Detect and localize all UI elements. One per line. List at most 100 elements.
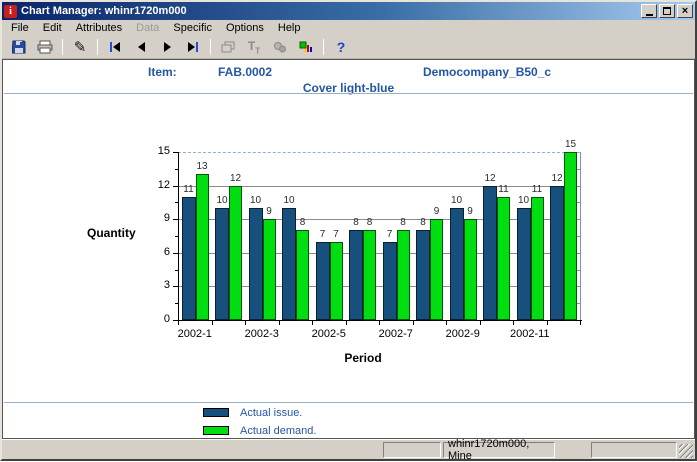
gridline-y15 — [178, 152, 580, 153]
bar-2002-6-s0 — [349, 230, 363, 320]
bar-2002-10-s0 — [483, 186, 497, 320]
menu-bar: File Edit Attributes Data Specific Optio… — [2, 20, 695, 36]
objects-button — [267, 37, 293, 57]
maximize-button[interactable] — [659, 4, 675, 18]
value-label-2002-4-s0: 10 — [278, 195, 300, 206]
value-label-2002-6-s1: 8 — [359, 217, 381, 228]
first-record-button[interactable] — [102, 37, 128, 57]
legend-swatch-actual-issue — [203, 408, 229, 417]
toolbar: ✎ TT ? — [2, 36, 695, 59]
toolbar-separator — [323, 39, 324, 55]
first-record-icon — [110, 42, 120, 52]
item-label: Item: — [148, 65, 177, 79]
bar-2002-8-s1 — [430, 219, 443, 320]
menu-options[interactable]: Options — [219, 21, 271, 35]
status-panel-1 — [383, 442, 441, 458]
close-icon: × — [682, 6, 688, 16]
app-icon[interactable]: i — [4, 5, 17, 18]
bar-2002-2-s0 — [215, 208, 229, 320]
y-minor-tick-right — [577, 270, 580, 271]
bar-2002-12-s1 — [564, 152, 577, 320]
x-axis-title: Period — [333, 351, 393, 365]
header-separator — [4, 93, 693, 94]
help-icon: ? — [337, 39, 346, 55]
toolbar-separator — [62, 39, 63, 55]
y-tick-label-0: 0 — [144, 313, 170, 325]
x-tick — [379, 321, 380, 325]
x-tick — [212, 321, 213, 325]
bar-2002-11-s0 — [517, 208, 531, 320]
company-name: Democompany_B50_c — [423, 65, 551, 79]
x-axis-line — [178, 320, 582, 321]
menu-specific[interactable]: Specific — [166, 21, 219, 35]
cascade-windows-button — [215, 37, 241, 57]
bar-2002-7-s1 — [397, 230, 410, 320]
chart-manager-window: i Chart Manager: whinr1720m000 × File Ed… — [0, 0, 697, 461]
last-record-button[interactable] — [180, 37, 206, 57]
status-bar: whinr1720m000, Mine — [2, 439, 695, 459]
bar-2002-2-s1 — [229, 186, 242, 320]
status-panel-session: whinr1720m000, Mine — [443, 442, 555, 458]
x-tick — [513, 321, 514, 325]
cascade-windows-icon — [221, 41, 236, 53]
value-label-2002-11-s1: 11 — [526, 184, 548, 195]
print-icon — [37, 40, 53, 54]
x-tick — [480, 321, 481, 325]
resize-grip[interactable] — [679, 444, 693, 458]
help-button[interactable]: ? — [328, 37, 354, 57]
bar-2002-9-s0 — [450, 208, 464, 320]
chart-canvas: Item: FAB.0002 Democompany_B50_c Cover l… — [2, 59, 695, 439]
menu-attributes[interactable]: Attributes — [69, 21, 129, 35]
close-button[interactable]: × — [677, 4, 693, 18]
toolbar-separator — [97, 39, 98, 55]
value-label-2002-2-s1: 12 — [225, 173, 247, 184]
menu-help[interactable]: Help — [271, 21, 308, 35]
menu-edit[interactable]: Edit — [36, 21, 69, 35]
edit-pencil-button[interactable]: ✎ — [67, 37, 93, 57]
previous-record-icon — [138, 42, 145, 52]
bar-2002-8-s0 — [416, 230, 430, 320]
minimize-icon — [646, 14, 653, 16]
y-tick-label-12: 12 — [144, 179, 170, 191]
x-tick — [446, 321, 447, 325]
previous-record-button[interactable] — [128, 37, 154, 57]
value-label-2002-9-s0: 10 — [446, 195, 468, 206]
bar-2002-7-s0 — [383, 242, 397, 320]
window-title: Chart Manager: whinr1720m000 — [21, 5, 641, 17]
next-record-button[interactable] — [154, 37, 180, 57]
y-minor-tick-right — [577, 236, 580, 237]
bar-2002-1-s1 — [196, 174, 209, 320]
x-tick-label-2002-5: 2002-5 — [299, 328, 359, 340]
x-tick-label-2002-3: 2002-3 — [232, 328, 292, 340]
y-axis-title: Quantity — [87, 226, 136, 240]
x-tick — [178, 321, 179, 325]
y-tick-label-15: 15 — [144, 145, 170, 157]
x-tick-label-2002-7: 2002-7 — [366, 328, 426, 340]
value-label-2002-1-s1: 13 — [191, 161, 213, 172]
x-tick — [346, 321, 347, 325]
title-bar[interactable]: i Chart Manager: whinr1720m000 × — [2, 2, 695, 20]
chart-colors-icon — [299, 41, 313, 53]
legend-label-actual-issue: Actual issue. — [240, 407, 302, 419]
objects-icon — [273, 42, 287, 53]
y-tick-label-6: 6 — [144, 246, 170, 258]
menu-file[interactable]: File — [4, 21, 36, 35]
toolbar-separator — [210, 39, 211, 55]
x-tick — [580, 321, 581, 325]
print-button[interactable] — [32, 37, 58, 57]
y-axis-line — [178, 152, 179, 321]
minimize-button[interactable] — [641, 4, 657, 18]
bar-2002-3-s0 — [249, 208, 263, 320]
save-button[interactable] — [6, 37, 32, 57]
x-tick — [245, 321, 246, 325]
pencil-icon: ✎ — [74, 40, 87, 55]
bar-2002-10-s1 — [497, 197, 510, 320]
chart-colors-button[interactable] — [293, 37, 319, 57]
window-controls: × — [641, 4, 693, 18]
x-tick-label-2002-9: 2002-9 — [433, 328, 493, 340]
value-label-2002-5-s1: 7 — [325, 229, 347, 240]
legend-label-actual-demand: Actual demand. — [240, 425, 316, 437]
y-tick-label-9: 9 — [144, 212, 170, 224]
bar-2002-5-s1 — [330, 242, 343, 320]
save-icon — [12, 40, 26, 54]
